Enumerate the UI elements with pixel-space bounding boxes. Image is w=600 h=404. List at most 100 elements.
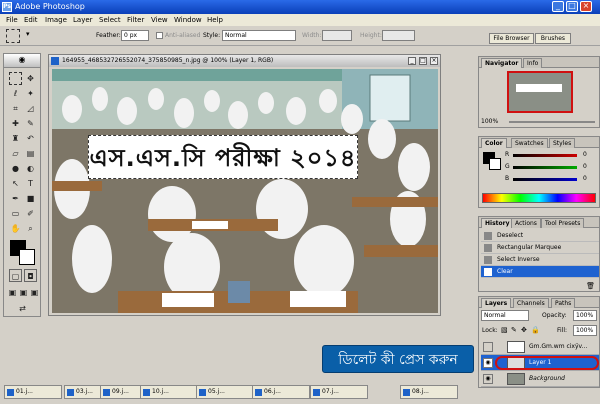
- navigator-thumbnail[interactable]: [507, 71, 573, 113]
- magic-wand-tool-icon[interactable]: ✦: [24, 87, 37, 100]
- layer-visibility-eye-icon[interactable]: [483, 342, 493, 352]
- g-value[interactable]: 0: [583, 163, 587, 170]
- notes-tool-icon[interactable]: ▭: [9, 207, 22, 220]
- tab-paths[interactable]: Paths: [551, 298, 576, 308]
- width-field[interactable]: [322, 30, 352, 41]
- anti-aliased-checkbox[interactable]: [156, 32, 163, 39]
- lock-transparency-icon[interactable]: ▧: [501, 326, 508, 334]
- navigator-view-box[interactable]: [507, 71, 573, 113]
- tab-tool-presets[interactable]: Tool Presets: [541, 218, 585, 228]
- history-item-selected[interactable]: Clear: [481, 266, 599, 278]
- type-tool-icon[interactable]: T: [24, 177, 37, 190]
- pen-tool-icon[interactable]: ✒: [9, 192, 22, 205]
- style-select[interactable]: Normal: [222, 30, 296, 41]
- clone-stamp-tool-icon[interactable]: ♜: [9, 132, 22, 145]
- minimized-doc[interactable]: 08.j...: [400, 385, 458, 399]
- menu-window[interactable]: Window: [174, 14, 202, 26]
- tab-info[interactable]: Info: [523, 58, 543, 68]
- r-value[interactable]: 0: [583, 151, 587, 158]
- tab-history[interactable]: History: [481, 218, 514, 228]
- tab-channels[interactable]: Channels: [513, 298, 549, 308]
- fill-field[interactable]: 100%: [573, 325, 597, 336]
- crop-tool-icon[interactable]: ⌗: [9, 102, 22, 115]
- brush-tool-icon[interactable]: ✎: [24, 117, 37, 130]
- minimize-button[interactable]: _: [552, 1, 564, 12]
- eraser-tool-icon[interactable]: ▱: [9, 147, 22, 160]
- brushes-tab[interactable]: Brushes: [535, 33, 571, 44]
- lock-move-icon[interactable]: ✥: [521, 326, 527, 334]
- menu-layer[interactable]: Layer: [73, 14, 93, 26]
- exam-overlay-text[interactable]: এস.এস.সি পরীক্ষা ২০১৪: [88, 135, 358, 179]
- menu-edit[interactable]: Edit: [24, 14, 38, 26]
- tab-layers[interactable]: Layers: [481, 298, 512, 308]
- blend-mode-select[interactable]: Normal: [481, 310, 529, 321]
- opacity-field[interactable]: 100%: [573, 310, 597, 321]
- history-item[interactable]: Select Inverse: [481, 254, 599, 266]
- shape-tool-icon[interactable]: ■: [24, 192, 37, 205]
- minimized-doc[interactable]: 05.j...: [196, 385, 254, 399]
- menu-image[interactable]: Image: [45, 14, 67, 26]
- r-slider[interactable]: [513, 154, 577, 157]
- quick-mask-mode-icon[interactable]: ◘: [24, 269, 37, 282]
- history-brush-tool-icon[interactable]: ↶: [24, 132, 37, 145]
- doc-minimize-button[interactable]: _: [408, 57, 416, 65]
- minimized-doc[interactable]: 10.j...: [140, 385, 198, 399]
- eyedropper-tool-icon[interactable]: ✐: [24, 207, 37, 220]
- color-bg-swatch[interactable]: [489, 158, 501, 170]
- maximize-button[interactable]: □: [566, 1, 578, 12]
- menu-filter[interactable]: Filter: [127, 14, 144, 26]
- lock-paint-icon[interactable]: ✎: [511, 326, 517, 334]
- doc-maximize-button[interactable]: □: [419, 57, 427, 65]
- minimized-doc[interactable]: 06.j...: [252, 385, 310, 399]
- layer-visibility-eye-icon[interactable]: ◉: [483, 358, 493, 368]
- b-value[interactable]: 0: [583, 175, 587, 182]
- tab-navigator[interactable]: Navigator: [481, 58, 523, 68]
- history-trash-icon[interactable]: 🗑: [586, 282, 595, 290]
- tab-styles[interactable]: Styles: [549, 138, 576, 148]
- marquee-tool-icon[interactable]: [9, 72, 22, 85]
- lock-all-icon[interactable]: 🔒: [531, 326, 540, 334]
- menu-select[interactable]: Select: [99, 14, 121, 26]
- height-field[interactable]: [382, 30, 415, 41]
- dodge-tool-icon[interactable]: ◐: [24, 162, 37, 175]
- screen-mode-black-icon[interactable]: ▣: [28, 286, 41, 299]
- move-tool-icon[interactable]: ✥: [24, 72, 37, 85]
- layer-row[interactable]: ◉ Background: [481, 371, 599, 387]
- standard-mode-icon[interactable]: ▢: [9, 269, 22, 282]
- tab-actions[interactable]: Actions: [511, 218, 541, 228]
- menu-view[interactable]: View: [151, 14, 168, 26]
- blur-tool-icon[interactable]: ●: [9, 162, 22, 175]
- menu-file[interactable]: File: [6, 14, 18, 26]
- file-browser-tab[interactable]: File Browser: [489, 33, 534, 44]
- history-item[interactable]: Deselect: [481, 230, 599, 242]
- slice-tool-icon[interactable]: ◿: [24, 102, 37, 115]
- doc-close-button[interactable]: ×: [430, 57, 438, 65]
- minimized-doc[interactable]: 07.j...: [310, 385, 368, 399]
- path-selection-tool-icon[interactable]: ↖: [9, 177, 22, 190]
- layer-visibility-eye-icon[interactable]: ◉: [483, 374, 493, 384]
- gradient-tool-icon[interactable]: ▤: [24, 147, 37, 160]
- hand-tool-icon[interactable]: ✋: [9, 222, 22, 235]
- tab-swatches[interactable]: Swatches: [511, 138, 548, 148]
- tab-color[interactable]: Color: [481, 138, 507, 148]
- image-canvas[interactable]: এস.এস.সি পরীক্ষা ২০১৪: [52, 69, 438, 313]
- navigator-zoom-value[interactable]: 100%: [481, 118, 498, 125]
- feather-field[interactable]: 0 px: [121, 30, 149, 41]
- color-spectrum-bar[interactable]: [482, 193, 596, 203]
- lasso-tool-icon[interactable]: ℓ: [9, 87, 22, 100]
- marquee-tool-preset-icon[interactable]: [6, 29, 20, 43]
- layer-row-selected[interactable]: ◉ Layer 1: [481, 355, 599, 371]
- menu-help[interactable]: Help: [207, 14, 223, 26]
- navigator-zoom-slider[interactable]: [509, 121, 595, 123]
- preset-dropdown-icon[interactable]: ▾: [26, 30, 30, 38]
- minimized-doc[interactable]: 01.j...: [4, 385, 62, 399]
- background-color-swatch[interactable]: [19, 249, 35, 265]
- close-button[interactable]: ×: [580, 1, 592, 12]
- g-slider[interactable]: [513, 166, 577, 169]
- history-item[interactable]: Rectangular Marquee: [481, 242, 599, 254]
- jump-to-imageready-icon[interactable]: ⇄: [16, 302, 29, 315]
- zoom-tool-icon[interactable]: ⌕: [24, 222, 37, 235]
- healing-brush-tool-icon[interactable]: ✚: [9, 117, 22, 130]
- b-slider[interactable]: [513, 178, 577, 181]
- layer-row[interactable]: Gm.Gm.wm cixÿv...: [481, 339, 599, 355]
